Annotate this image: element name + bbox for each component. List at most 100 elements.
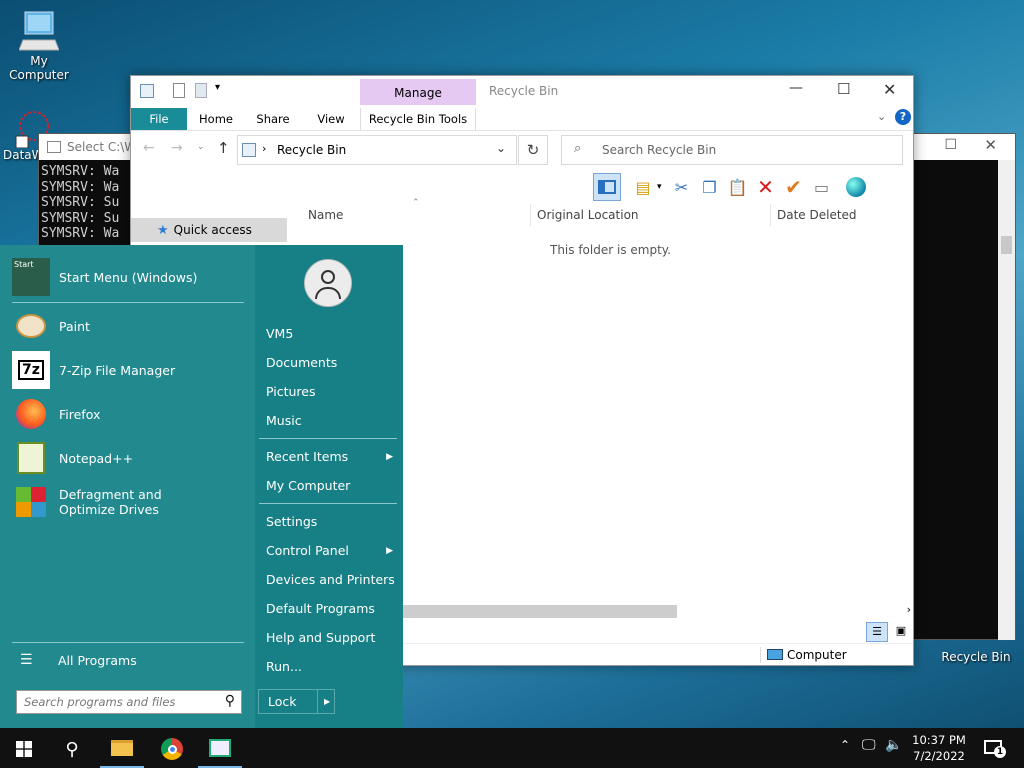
desktop-icon-datawin[interactable]: DataW — [0, 108, 49, 162]
help-icon[interactable]: ? — [895, 109, 911, 125]
minimize-icon[interactable]: — — [789, 80, 803, 96]
close-icon[interactable]: ✕ — [883, 80, 896, 99]
menu-default-programs[interactable]: Default Programs — [255, 594, 403, 623]
program-notepad-plus-plus[interactable]: Notepad++ — [12, 439, 244, 477]
search-icon[interactable]: ⚲ — [225, 693, 235, 709]
delete-icon[interactable]: ✕ — [752, 173, 780, 201]
menu-user[interactable]: VM5 — [255, 319, 403, 348]
refresh-button[interactable]: ↻ — [518, 135, 548, 165]
menu-settings[interactable]: Settings — [255, 507, 403, 536]
back-arrow-icon[interactable]: ← — [143, 140, 155, 156]
cut-icon[interactable]: ✂ — [668, 173, 696, 201]
scroll-right-icon[interactable]: › — [907, 603, 911, 616]
status-location: Computer — [787, 648, 847, 662]
computer-icon — [767, 649, 783, 660]
menu-pictures[interactable]: Pictures — [255, 377, 403, 406]
explorer-titlebar[interactable]: ▾ Manage Recycle Bin — ☐ ✕ — [131, 76, 913, 108]
view-options-icon[interactable]: ▤ — [629, 173, 657, 201]
desktop-label: Recycle Bin — [941, 650, 1011, 664]
start-button[interactable] — [2, 730, 46, 768]
column-header-name[interactable]: Name — [308, 208, 343, 222]
search-icon: ⌕ — [574, 141, 582, 156]
taskbar-file-explorer[interactable] — [100, 730, 144, 768]
tab-share[interactable]: Share — [248, 108, 298, 130]
globe-icon[interactable] — [842, 173, 870, 201]
ribbon-expand-icon[interactable]: ⌄ — [877, 110, 886, 123]
tab-view[interactable]: View — [306, 108, 356, 130]
close-icon[interactable]: ✕ — [984, 136, 997, 154]
menu-help-support[interactable]: Help and Support — [255, 623, 403, 652]
menu-documents[interactable]: Documents — [255, 348, 403, 377]
desktop-icon-my-computer[interactable]: My Computer — [0, 10, 78, 82]
start-search-box[interactable]: Search programs and files ⚲ — [16, 690, 242, 714]
properties-icon[interactable] — [173, 83, 185, 98]
column-header-date-deleted[interactable]: Date Deleted — [777, 208, 857, 222]
recycle-small-icon — [242, 143, 256, 157]
address-bar[interactable]: › Recycle Bin ⌄ — [237, 135, 517, 165]
search-box[interactable]: ⌕ Search Recycle Bin — [561, 135, 903, 165]
forward-arrow-icon[interactable]: → — [171, 140, 183, 156]
search-input[interactable]: Search Recycle Bin — [602, 143, 716, 157]
paste-icon[interactable]: 📋 — [724, 173, 752, 201]
menu-run[interactable]: Run... — [255, 652, 403, 681]
large-icons-view-icon[interactable]: ▣ — [890, 622, 912, 642]
tray-overflow-icon[interactable]: ⌃ — [840, 738, 850, 752]
menu-my-computer[interactable]: My Computer — [255, 471, 403, 500]
scroll-thumb[interactable] — [403, 605, 677, 618]
maximize-icon[interactable]: ☐ — [944, 137, 957, 153]
desktop-label: My Computer — [9, 54, 69, 82]
rename-icon[interactable]: ▭ — [808, 173, 836, 201]
up-arrow-icon[interactable]: ↑ — [217, 139, 230, 157]
qat-dropdown-icon[interactable]: ▾ — [215, 82, 220, 93]
paint-icon — [12, 307, 50, 345]
taskbar-clock[interactable]: 10:37 PM 7/2/2022 — [906, 732, 972, 764]
recent-dropdown-icon[interactable]: ⌄ — [197, 142, 205, 152]
copy-icon[interactable]: ❐ — [696, 173, 724, 201]
start-search-input[interactable]: Search programs and files — [24, 695, 175, 709]
all-programs-button[interactable]: ☰ All Programs — [12, 647, 244, 673]
tab-home[interactable]: Home — [191, 108, 241, 130]
network-icon[interactable]: 🖵 — [862, 737, 876, 753]
7zip-icon: 7z — [12, 351, 50, 389]
program-7zip[interactable]: 7z 7-Zip File Manager — [12, 351, 244, 389]
menu-control-panel[interactable]: Control Panel ▶ — [255, 536, 403, 565]
menu-devices-printers[interactable]: Devices and Printers — [255, 565, 403, 594]
lock-options-arrow-icon[interactable]: ▶ — [317, 690, 330, 713]
program-defragment[interactable]: Defragment and Optimize Drives — [12, 483, 244, 521]
program-start-menu-windows[interactable]: Start Start Menu (Windows) — [12, 258, 244, 296]
column-header-original-location[interactable]: Original Location — [537, 208, 639, 222]
tab-recycle-bin-tools[interactable]: Recycle Bin Tools — [360, 108, 476, 130]
program-paint[interactable]: Paint — [12, 307, 244, 345]
menu-divider — [259, 503, 397, 504]
program-firefox[interactable]: Firefox — [12, 395, 244, 433]
lock-button[interactable]: Lock ▶ — [258, 689, 335, 714]
start-menu-icon: Start — [12, 258, 50, 296]
taskbar-console[interactable] — [198, 730, 242, 768]
menu-music[interactable]: Music — [255, 406, 403, 435]
start-menu[interactable]: Start Start Menu (Windows) Paint 7z 7-Zi… — [0, 245, 403, 728]
taskbar-chrome[interactable] — [150, 730, 194, 768]
submenu-arrow-icon: ▶ — [386, 451, 393, 462]
maximize-icon[interactable]: ☐ — [837, 80, 850, 98]
console-scrollbar[interactable] — [998, 160, 1015, 640]
all-programs-label: All Programs — [58, 652, 137, 668]
breadcrumb-chevron-icon: › — [262, 142, 267, 155]
taskbar-search-button[interactable]: ⚲ — [50, 730, 94, 768]
notification-button[interactable]: 1 — [984, 738, 1006, 758]
menu-recent-items[interactable]: Recent Items ▶ — [255, 442, 403, 471]
empty-message: This folder is empty. — [550, 243, 671, 257]
check-icon[interactable]: ✔ — [780, 173, 808, 201]
manage-tab[interactable]: Manage — [360, 79, 476, 105]
details-view-icon[interactable]: ☰ — [866, 622, 888, 642]
volume-icon[interactable]: 🔈 — [885, 737, 902, 753]
breadcrumb[interactable]: Recycle Bin — [277, 143, 346, 157]
preview-pane-icon[interactable] — [593, 173, 621, 201]
address-dropdown-icon[interactable]: ⌄ — [496, 141, 506, 155]
scroll-thumb[interactable] — [1001, 236, 1012, 254]
horizontal-scrollbar[interactable]: › — [403, 603, 913, 620]
quick-access-item[interactable]: ★ Quick access — [131, 218, 287, 242]
new-folder-icon[interactable] — [195, 83, 207, 98]
view-dropdown-icon[interactable]: ▾ — [657, 182, 662, 192]
tab-file[interactable]: File — [131, 108, 187, 130]
user-avatar[interactable] — [304, 259, 352, 307]
